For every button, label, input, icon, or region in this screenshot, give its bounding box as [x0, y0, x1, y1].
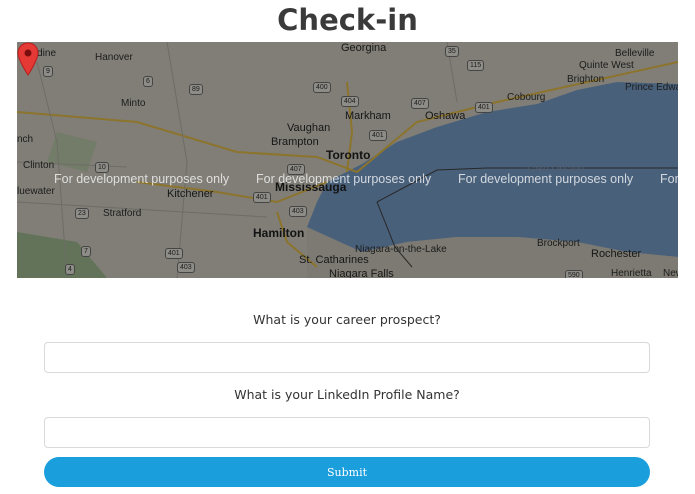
- checkin-form: What is your career prospect? What is yo…: [44, 310, 650, 487]
- linkedin-name-input[interactable]: [44, 417, 650, 448]
- dev-watermark: For development purposes only: [54, 172, 230, 186]
- map[interactable]: Cardine Hanover Minto nch Clinton luewat…: [17, 42, 678, 278]
- submit-button[interactable]: Submit: [44, 457, 650, 487]
- page-title: Check-in: [277, 3, 418, 37]
- career-prospect-input[interactable]: [44, 342, 650, 373]
- dev-watermark: For development purposes only: [660, 172, 678, 186]
- map-pin-icon[interactable]: [17, 42, 39, 76]
- dev-watermark: For development purposes only: [256, 172, 432, 186]
- dev-watermark: For development purposes only: [458, 172, 634, 186]
- linkedin-name-label: What is your LinkedIn Profile Name?: [234, 387, 460, 402]
- development-overlay: [17, 42, 678, 278]
- career-prospect-label: What is your career prospect?: [253, 312, 441, 327]
